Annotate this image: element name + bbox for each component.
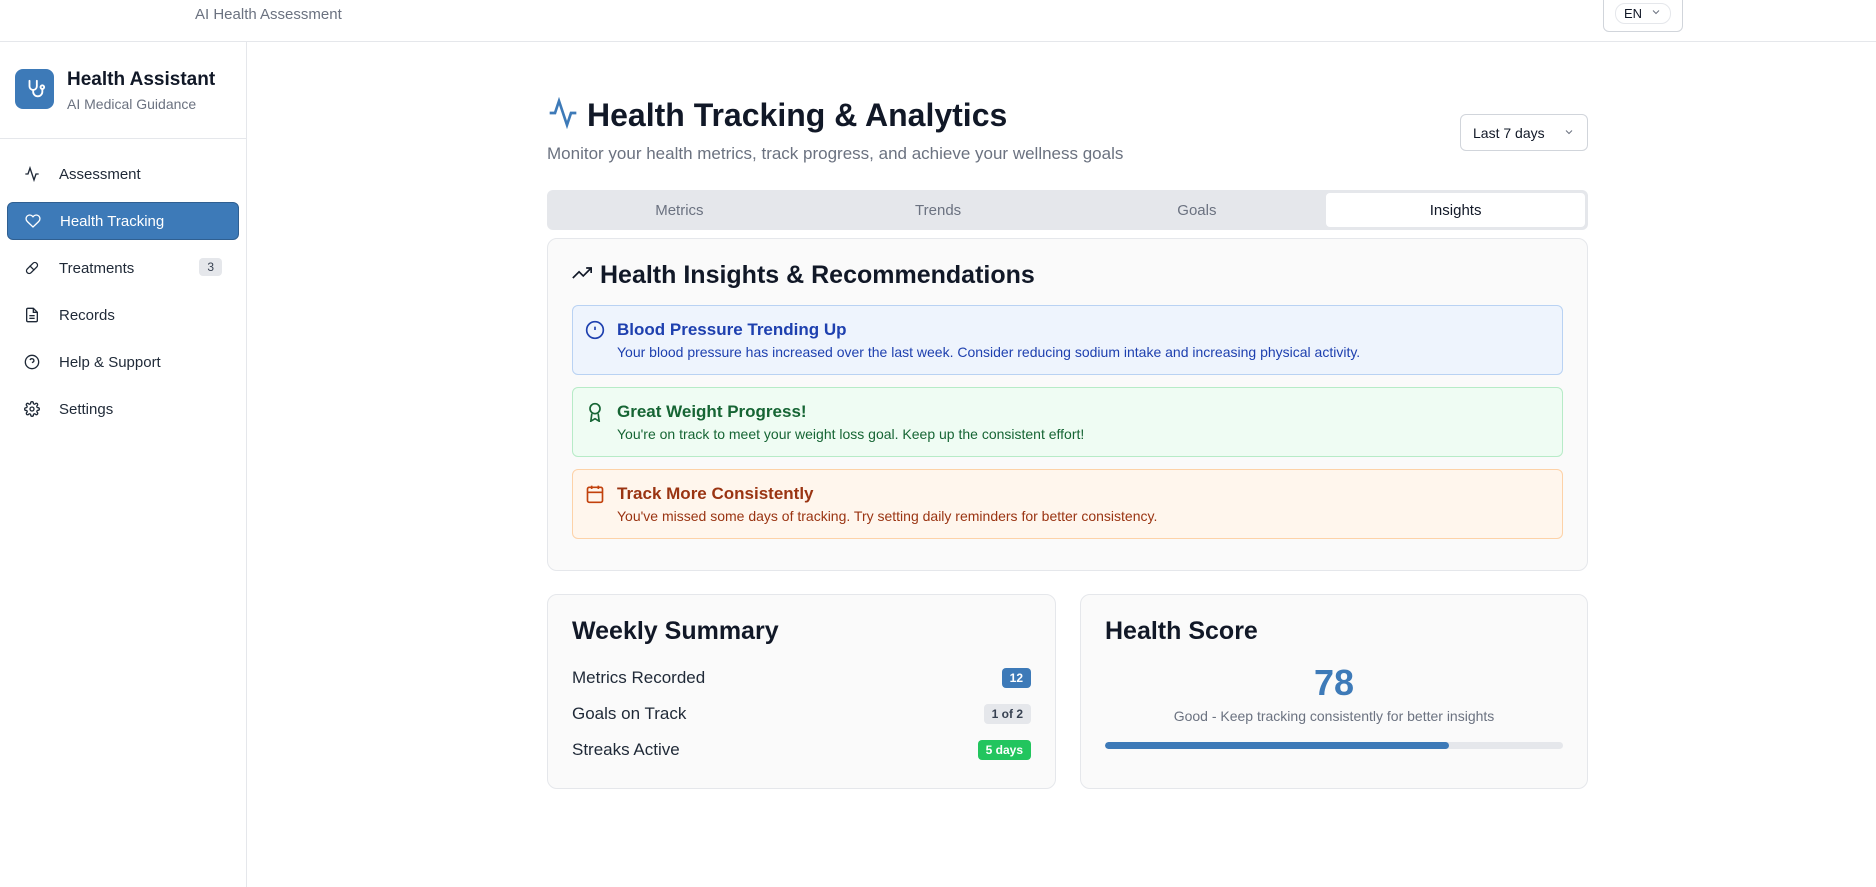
health-score-title: Health Score: [1105, 617, 1258, 645]
main-content: Health Tracking & Analytics Monitor your…: [547, 42, 1588, 789]
sidebar-item-settings[interactable]: Settings: [7, 390, 239, 428]
summary-row: Weekly Summary Metrics Recorded 12 Goals…: [547, 594, 1588, 789]
stethoscope-icon: [15, 69, 54, 109]
chevron-down-icon: [1650, 6, 1662, 21]
summary-badge: 1 of 2: [983, 704, 1031, 724]
sidebar-item-help-support[interactable]: Help & Support: [7, 343, 239, 381]
gear-icon: [24, 401, 40, 417]
period-select[interactable]: Last 7 days: [1460, 114, 1588, 151]
health-score-value: 78: [1313, 662, 1355, 703]
alert-title: Track More Consistently: [617, 484, 814, 503]
insight-alert-consistency: Track More Consistently You've missed so…: [572, 469, 1563, 539]
summary-item-metrics-recorded: Metrics Recorded 12: [572, 660, 1031, 696]
page-title-row: Health Tracking & Analytics: [547, 96, 1008, 134]
award-icon: [585, 402, 605, 422]
language-label: EN: [1623, 5, 1643, 21]
health-score-progress-fill: [1105, 742, 1449, 749]
file-text-icon: [24, 307, 40, 323]
chevron-down-icon: [1563, 125, 1575, 141]
sidebar-item-assessment[interactable]: Assessment: [7, 155, 239, 193]
tab-goals[interactable]: Goals: [1068, 193, 1327, 227]
period-select-value: Last 7 days: [1473, 124, 1545, 141]
calendar-icon: [585, 484, 605, 504]
summary-item-goals-on-track: Goals on Track 1 of 2: [572, 696, 1031, 732]
tab-trends[interactable]: Trends: [809, 193, 1068, 227]
top-bar: AI Health Assessment EN: [0, 0, 1876, 42]
page-title: Health Tracking & Analytics: [587, 97, 1008, 133]
summary-badge: 5 days: [977, 740, 1031, 760]
sidebar-item-label: Records: [59, 306, 115, 324]
brand-subtitle: AI Medical Guidance: [67, 96, 197, 112]
health-score-description: Good - Keep tracking consistently for be…: [1173, 708, 1495, 724]
insights-card-header: Health Insights & Recommendations: [572, 257, 1563, 293]
sidebar-item-label: Settings: [59, 400, 114, 418]
health-score-progress: [1105, 742, 1563, 749]
brand: Health Assistant AI Medical Guidance: [0, 42, 246, 139]
sidebar-item-label: Assessment: [59, 165, 141, 183]
sidebar-item-treatments[interactable]: Treatments 3: [7, 249, 239, 287]
tab-insights[interactable]: Insights: [1326, 193, 1585, 227]
summary-badge: 12: [1001, 668, 1031, 688]
app-title: AI Health Assessment: [195, 6, 342, 23]
activity-icon: [547, 96, 579, 134]
alert-circle-icon: [585, 320, 605, 340]
trending-up-icon: [572, 263, 592, 288]
summary-label: Streaks Active: [572, 740, 680, 759]
insights-card-title: Health Insights & Recommendations: [600, 260, 1035, 289]
insights-card: Health Insights & Recommendations Blood …: [547, 238, 1588, 571]
page-subtitle: Monitor your health metrics, track progr…: [547, 144, 1124, 163]
summary-label: Metrics Recorded: [572, 668, 706, 687]
sidebar-item-health-tracking[interactable]: Health Tracking: [7, 202, 239, 240]
heart-icon: [25, 213, 41, 229]
summary-item-streaks-active: Streaks Active 5 days: [572, 732, 1031, 768]
weekly-summary-card: Weekly Summary Metrics Recorded 12 Goals…: [547, 594, 1056, 789]
alert-text: Your blood pressure has increased over t…: [617, 344, 1361, 360]
weekly-summary-title: Weekly Summary: [572, 617, 779, 645]
tab-metrics[interactable]: Metrics: [550, 193, 809, 227]
sidebar-item-label: Treatments: [59, 259, 135, 277]
sidebar: Health Assistant AI Medical Guidance Ass…: [0, 42, 247, 887]
treatments-count-badge: 3: [199, 258, 222, 276]
weekly-summary-list: Metrics Recorded 12 Goals on Track 1 of …: [572, 660, 1031, 768]
help-circle-icon: [24, 354, 40, 370]
alert-text: You're on track to meet your weight loss…: [617, 426, 1085, 442]
sidebar-item-label: Health Tracking: [60, 212, 165, 230]
insight-alert-weight: Great Weight Progress! You're on track t…: [572, 387, 1563, 457]
sidebar-item-records[interactable]: Records: [7, 296, 239, 334]
health-score-card: Health Score 78 Good - Keep tracking con…: [1080, 594, 1588, 789]
pill-icon: [24, 260, 40, 276]
alert-title: Great Weight Progress!: [617, 402, 807, 421]
tab-bar: Metrics Trends Goals Insights: [547, 190, 1588, 230]
page-header: Health Tracking & Analytics Monitor your…: [547, 42, 1588, 190]
language-select[interactable]: EN: [1603, 0, 1683, 32]
sidebar-item-label: Help & Support: [59, 353, 161, 371]
alert-text: You've missed some days of tracking. Try…: [617, 508, 1158, 524]
alert-title: Blood Pressure Trending Up: [617, 320, 847, 339]
activity-icon: [24, 166, 40, 182]
brand-name: Health Assistant: [67, 69, 216, 90]
insight-alert-blood-pressure: Blood Pressure Trending Up Your blood pr…: [572, 305, 1563, 375]
summary-label: Goals on Track: [572, 704, 687, 723]
sidebar-nav: Assessment Health Tracking Treatments 3 …: [0, 139, 246, 428]
